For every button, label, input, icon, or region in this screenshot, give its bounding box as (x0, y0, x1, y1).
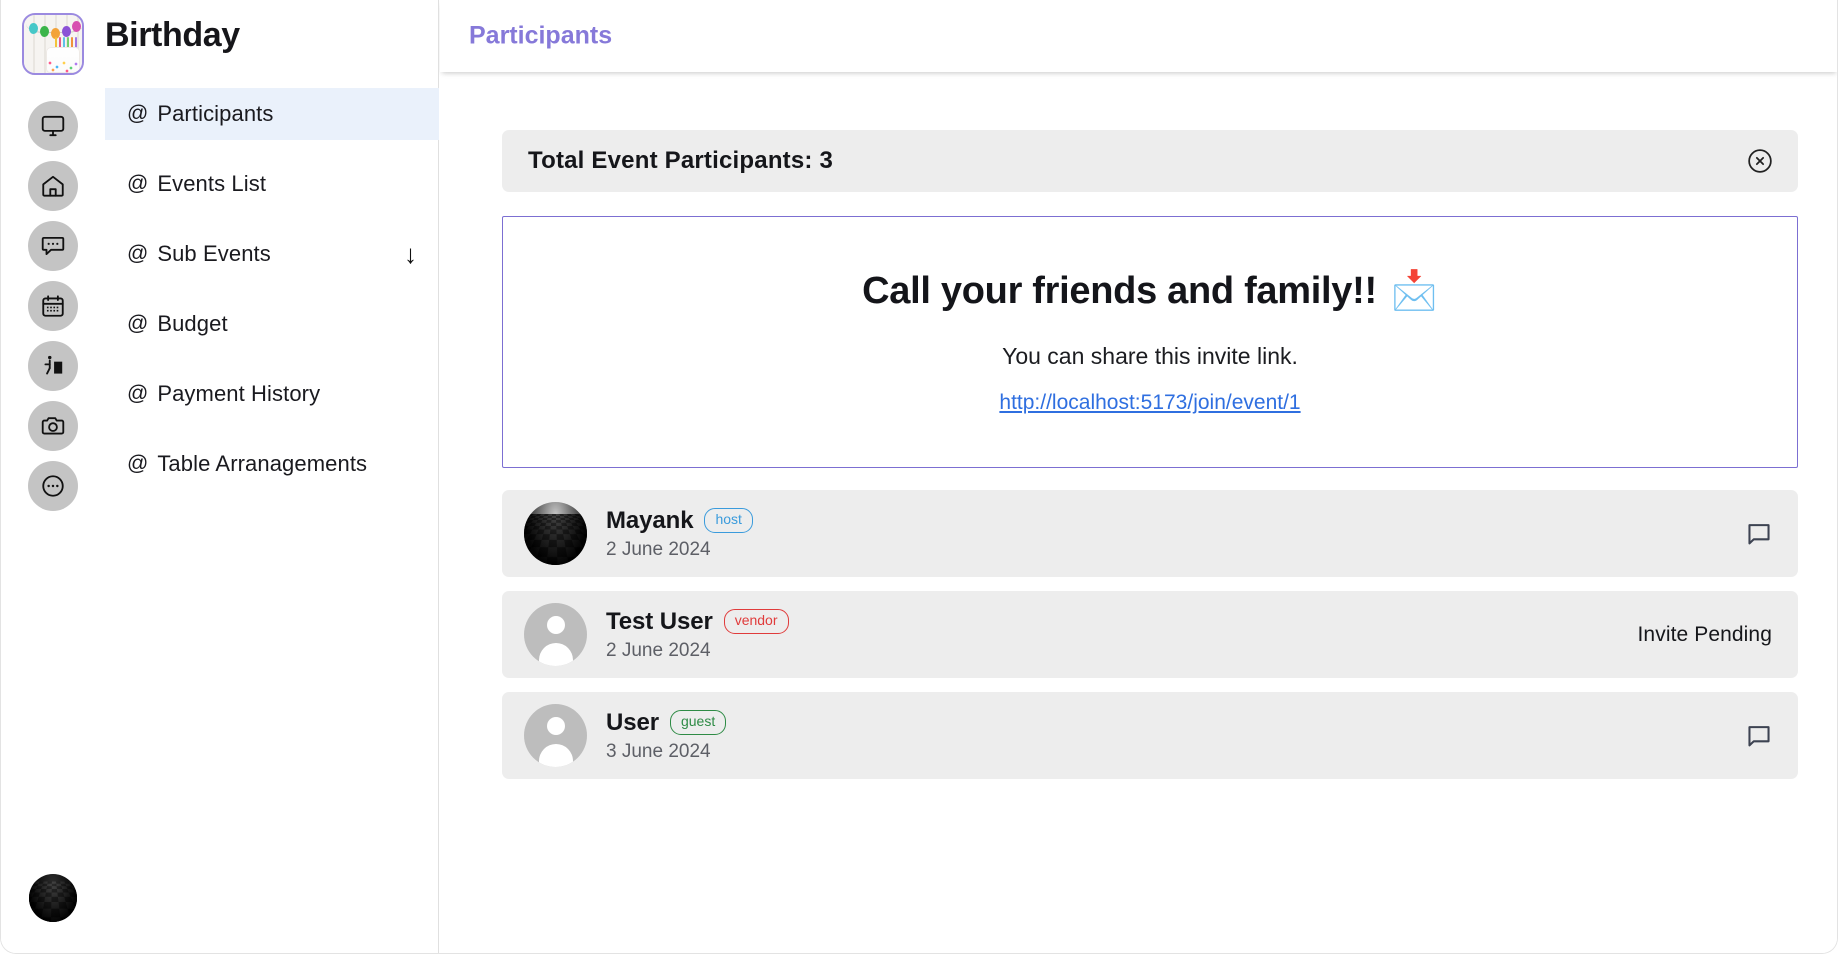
row-actions: Invite Pending (1638, 623, 1773, 647)
participant-date: 2 June 2024 (606, 539, 753, 561)
invite-heading: Call your friends and family!! 📩 (862, 269, 1438, 313)
total-participants-label: Total Event Participants: 3 (528, 147, 833, 175)
participant-info: Mayank host 2 June 2024 (606, 507, 753, 561)
invite-status-text: Invite Pending (1638, 623, 1773, 647)
invite-heading-text: Call your friends and family!! (862, 270, 1377, 313)
participant-name: Mayank (606, 507, 693, 535)
participant-name: Test User (606, 608, 713, 636)
participant-info: User guest 3 June 2024 (606, 709, 726, 763)
sidebar-item-list: @ Participants @ Events List @ Sub Event… (105, 88, 439, 490)
avatar (524, 603, 587, 666)
sidebar-item-label: Participants (157, 101, 273, 127)
table-row[interactable]: Mayank host 2 June 2024 (502, 490, 1798, 577)
invite-link[interactable]: http://localhost:5173/join/event/1 (999, 391, 1300, 415)
app-logo[interactable] (22, 13, 84, 75)
envelope-incoming-icon: 📩 (1391, 269, 1438, 313)
row-actions (1746, 521, 1772, 547)
sidebar-item-sub-events[interactable]: @ Sub Events ↓ (105, 228, 439, 280)
sidebar-item-participants[interactable]: @ Participants (105, 88, 439, 140)
total-participants-bar: Total Event Participants: 3 (502, 130, 1798, 192)
avatar (524, 704, 587, 767)
status-badge: vendor (724, 609, 789, 634)
podium-icon[interactable] (28, 341, 78, 391)
participant-date: 2 June 2024 (606, 640, 789, 662)
sidebar-item-table-arrangements[interactable]: @ Table Arranagements (105, 438, 439, 490)
chat-icon[interactable] (28, 221, 78, 271)
at-symbol-icon: @ (127, 242, 148, 266)
participant-name: User (606, 709, 659, 737)
sidebar-item-label: Events List (157, 171, 266, 197)
top-header-bar: Participants (440, 0, 1838, 72)
at-symbol-icon: @ (127, 452, 148, 476)
header-title: Participants (469, 22, 612, 51)
calendar-icon[interactable] (28, 281, 78, 331)
sidebar-item-label: Table Arranagements (157, 451, 367, 477)
table-row[interactable]: Test User vendor 2 June 2024 Invite Pend… (502, 591, 1798, 678)
participant-info: Test User vendor 2 June 2024 (606, 608, 789, 662)
sidebar-item-budget[interactable]: @ Budget (105, 298, 439, 350)
at-symbol-icon: @ (127, 172, 148, 196)
close-circle-icon[interactable] (1746, 147, 1774, 175)
message-icon[interactable] (1746, 723, 1772, 749)
sidebar-item-label: Payment History (157, 381, 320, 407)
home-icon[interactable] (28, 161, 78, 211)
camera-icon[interactable] (28, 401, 78, 451)
status-badge: host (704, 508, 752, 533)
icon-rail (1, 0, 105, 954)
at-symbol-icon: @ (127, 382, 148, 406)
avatar (524, 502, 587, 565)
at-symbol-icon: @ (127, 312, 148, 336)
invite-link-panel: Call your friends and family!! 📩 You can… (502, 216, 1798, 468)
invite-subtitle: You can share this invite link. (1002, 343, 1298, 370)
sidebar-item-label: Sub Events (157, 241, 271, 267)
sidebar-nav: Birthday @ Participants @ Events List @ … (105, 0, 439, 954)
arrow-down-icon[interactable]: ↓ (404, 241, 417, 267)
message-icon[interactable] (1746, 521, 1772, 547)
main-content: Total Event Participants: 3 Call your fr… (440, 72, 1838, 953)
row-actions (1746, 723, 1772, 749)
sidebar-item-events-list[interactable]: @ Events List (105, 158, 439, 210)
sidebar-item-label: Budget (157, 311, 227, 337)
table-row[interactable]: User guest 3 June 2024 (502, 692, 1798, 779)
status-badge: guest (670, 710, 726, 735)
at-symbol-icon: @ (127, 102, 148, 126)
app-window: Birthday @ Participants @ Events List @ … (0, 0, 1838, 954)
sidebar-item-payment-history[interactable]: @ Payment History (105, 368, 439, 420)
birthday-cake-photo (24, 15, 82, 73)
participant-date: 3 June 2024 (606, 741, 726, 763)
monitor-icon[interactable] (28, 101, 78, 151)
page-title: Birthday (105, 16, 240, 55)
more-options-icon[interactable] (28, 461, 78, 511)
avatar[interactable] (29, 874, 77, 922)
